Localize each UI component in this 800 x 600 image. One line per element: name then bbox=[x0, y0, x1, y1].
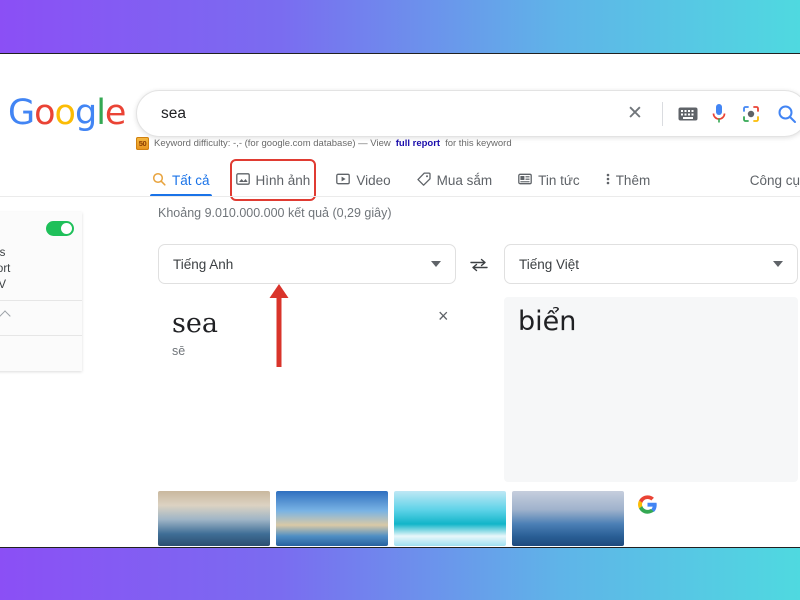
chevron-up-icon bbox=[0, 310, 12, 322]
tab-label: Hình ảnh bbox=[255, 172, 311, 188]
tabs-divider bbox=[0, 196, 800, 197]
screenshot-root: Google ✕ bbox=[0, 0, 800, 600]
divider bbox=[662, 101, 663, 126]
sea-thumbnail-1[interactable] bbox=[158, 491, 270, 546]
full-report-link[interactable]: full report bbox=[396, 138, 440, 149]
swap-horizontal-icon[interactable] bbox=[468, 256, 490, 274]
video-icon bbox=[336, 172, 351, 189]
tab-video[interactable]: Video bbox=[334, 163, 392, 197]
extension-section-ale[interactable]: ale bbox=[0, 343, 82, 363]
keyword-difficulty-badge: 50 bbox=[136, 137, 149, 150]
tag-icon bbox=[416, 171, 431, 189]
tab-label: Mua sắm bbox=[436, 172, 493, 188]
chevron-down-icon bbox=[431, 261, 441, 267]
search-icon[interactable] bbox=[767, 104, 800, 124]
search-bar[interactable]: ✕ bbox=[136, 90, 800, 137]
microphone-icon[interactable] bbox=[703, 103, 735, 125]
divider bbox=[0, 300, 82, 301]
source-text[interactable]: sea bbox=[172, 308, 218, 339]
search-tabs: Tất cả Hình ảnh Video Mua sắm Tin tức Th… bbox=[150, 159, 800, 201]
sea-thumbnail-2[interactable] bbox=[276, 491, 388, 546]
source-language-label: Tiếng Anh bbox=[173, 256, 234, 272]
result-count: Khoảng 9.010.000.000 kết quả (0,29 giây) bbox=[158, 206, 392, 220]
extension-toggle[interactable] bbox=[46, 221, 74, 236]
sea-thumbnail-4[interactable] bbox=[512, 491, 624, 546]
extension-sidebar: Oquake Parameters SERP report Export CSV… bbox=[0, 212, 82, 371]
source-phonetic: sē bbox=[172, 344, 186, 358]
tab-them[interactable]: Thêm bbox=[604, 163, 653, 197]
more-vert-icon bbox=[606, 172, 610, 189]
keyword-difficulty-text: Keyword difficulty: -,- (for google.com … bbox=[154, 138, 391, 149]
tab-label: Tất cả bbox=[172, 172, 210, 188]
sea-thumbnail-3[interactable] bbox=[394, 491, 506, 546]
target-language-select[interactable]: Tiếng Việt bbox=[504, 244, 798, 284]
source-language-select[interactable]: Tiếng Anh bbox=[158, 244, 456, 284]
extension-title-row[interactable]: Oquake bbox=[0, 218, 82, 239]
google-g-icon[interactable] bbox=[637, 494, 658, 515]
decorative-gradient-bar-top bbox=[0, 0, 800, 53]
keyboard-icon[interactable] bbox=[673, 107, 703, 121]
tab-tat-ca[interactable]: Tất cả bbox=[150, 163, 212, 197]
browser-page: Google ✕ bbox=[0, 53, 800, 548]
extension-link-export-csv[interactable]: Export CSV bbox=[0, 277, 82, 293]
tab-label: Tin tức bbox=[538, 172, 580, 188]
chevron-down-icon bbox=[773, 261, 783, 267]
tools-button[interactable]: Công cụ bbox=[750, 173, 800, 188]
tab-hinh-anh[interactable]: Hình ảnh bbox=[229, 159, 317, 201]
extension-section-this-page[interactable]: this page bbox=[0, 308, 82, 328]
target-text: biển bbox=[518, 306, 577, 337]
target-language-label: Tiếng Việt bbox=[519, 256, 580, 272]
tab-tin-tuc[interactable]: Tin tức bbox=[516, 163, 582, 197]
decorative-gradient-bar-bottom bbox=[0, 548, 800, 600]
clear-icon[interactable]: ✕ bbox=[618, 100, 652, 128]
tab-mua-sam[interactable]: Mua sắm bbox=[415, 163, 495, 197]
tab-label: Video bbox=[356, 172, 391, 188]
clear-source-icon[interactable]: × bbox=[438, 306, 449, 327]
google-lens-icon[interactable] bbox=[735, 104, 767, 124]
keyword-difficulty-suffix: for this keyword bbox=[445, 138, 512, 149]
image-icon bbox=[235, 172, 250, 189]
search-icon bbox=[152, 172, 166, 189]
search-input[interactable] bbox=[137, 104, 618, 123]
keyword-difficulty-row: 50 Keyword difficulty: -,- (for google.c… bbox=[136, 137, 512, 150]
image-results-strip bbox=[158, 491, 624, 546]
extension-link-parameters[interactable]: Parameters bbox=[0, 245, 82, 261]
google-logo[interactable]: Google bbox=[8, 96, 126, 131]
tab-label: Thêm bbox=[615, 172, 651, 188]
divider bbox=[0, 335, 82, 336]
news-icon bbox=[518, 172, 532, 189]
extension-link-serp-report[interactable]: SERP report bbox=[0, 261, 82, 277]
